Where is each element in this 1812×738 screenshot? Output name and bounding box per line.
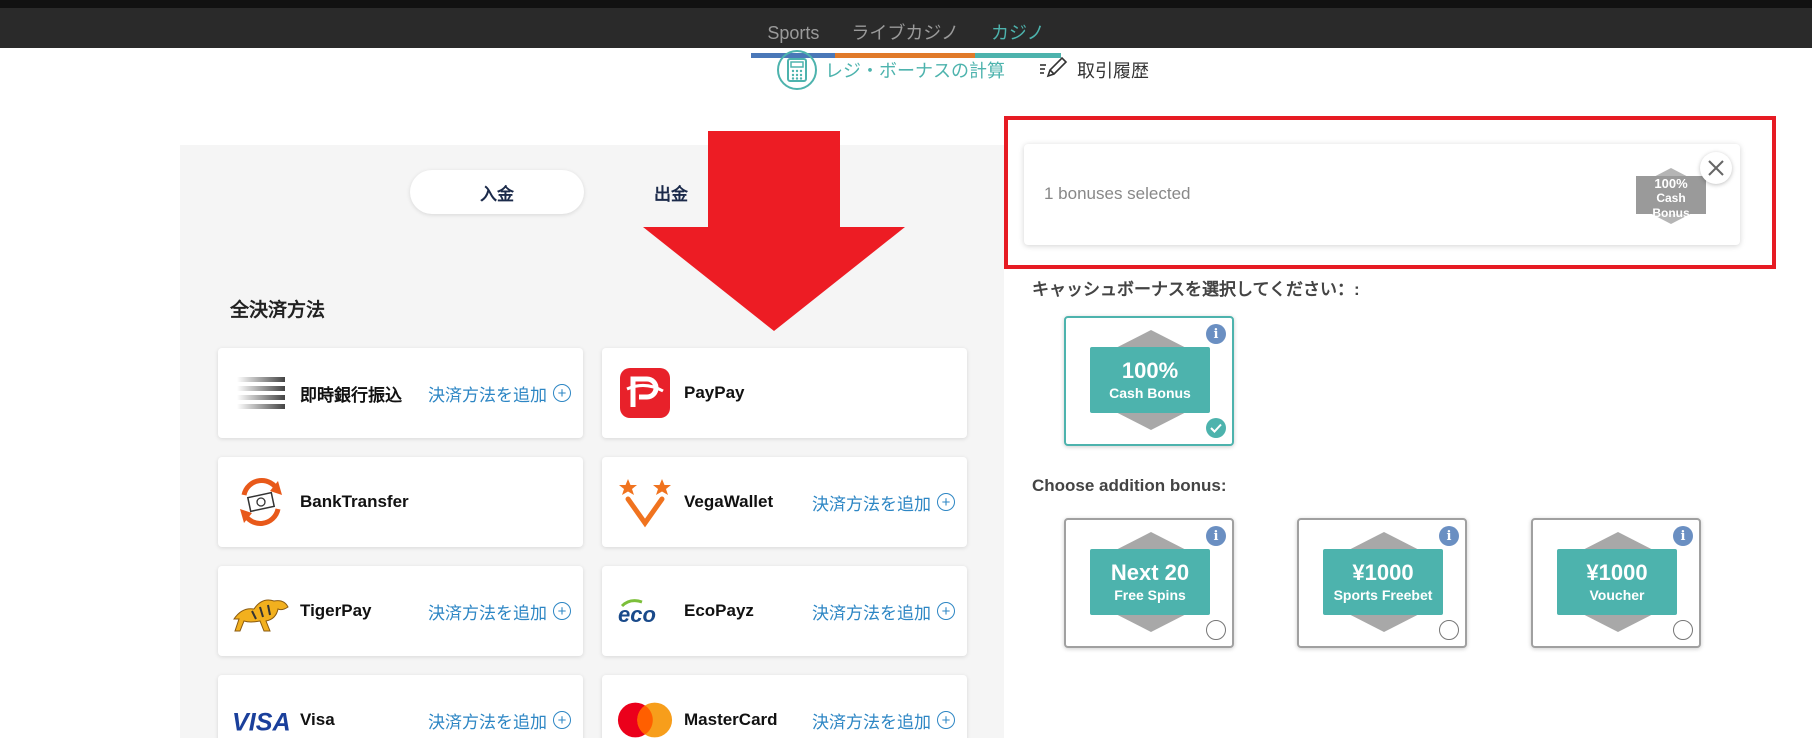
tigerpay-icon bbox=[232, 582, 290, 640]
badge-line-3: Bonus bbox=[1652, 206, 1690, 220]
plus-circle-icon: + bbox=[937, 711, 955, 729]
tab-deposit[interactable]: 入金 bbox=[410, 170, 584, 214]
add-method-button[interactable]: 決済方法を追加 + bbox=[812, 599, 955, 624]
add-method-label: 決済方法を追加 bbox=[428, 385, 547, 405]
add-method-button[interactable]: 決済方法を追加 + bbox=[428, 599, 571, 624]
payment-method-name: Visa bbox=[300, 710, 335, 729]
pencil-icon bbox=[1039, 56, 1069, 85]
transaction-history-label: 取引履歴 bbox=[1077, 61, 1149, 81]
close-icon bbox=[1708, 160, 1724, 176]
payment-card-tigerpay[interactable]: TigerPay 決済方法を追加 + bbox=[218, 566, 583, 656]
payment-method-name: VegaWallet bbox=[684, 492, 774, 511]
paypay-icon bbox=[616, 364, 674, 422]
selected-bonus-badge: 100% Cash Bonus bbox=[1636, 166, 1706, 226]
payment-method-name: MasterCard bbox=[684, 710, 778, 729]
radio-button[interactable] bbox=[1673, 620, 1693, 640]
payment-card-banktransfer[interactable]: BankTransfer bbox=[218, 457, 583, 547]
bonus-type: Sports Freebet bbox=[1333, 587, 1433, 603]
bonus-label: ¥1000 Sports Freebet bbox=[1323, 549, 1443, 615]
badge-line-2: Cash bbox=[1656, 191, 1686, 205]
add-method-label: 決済方法を追加 bbox=[812, 712, 931, 732]
plus-circle-icon: + bbox=[937, 493, 955, 511]
plus-circle-icon: + bbox=[553, 602, 571, 620]
bonus-type: Voucher bbox=[1589, 587, 1645, 603]
calculator-icon bbox=[777, 50, 817, 90]
tab-label: Sports bbox=[767, 23, 820, 43]
add-method-button[interactable]: 決済方法を追加 + bbox=[428, 708, 571, 733]
add-method-button[interactable]: 決済方法を追加 + bbox=[428, 381, 571, 406]
bonus-type: Cash Bonus bbox=[1109, 385, 1191, 401]
bonus-label: 100% Cash Bonus bbox=[1090, 347, 1210, 413]
add-method-button[interactable]: 決済方法を追加 + bbox=[812, 708, 955, 733]
radio-button[interactable] bbox=[1206, 620, 1226, 640]
checkmark-icon bbox=[1206, 418, 1226, 438]
tab-label: カジノ bbox=[991, 23, 1045, 43]
payment-card-vegawallet[interactable]: VegaWallet 決済方法を追加 + bbox=[602, 457, 967, 547]
bonus-calculator-label: レジ・ボーナスの計算 bbox=[825, 61, 1005, 81]
add-method-label: 決済方法を追加 bbox=[812, 494, 931, 514]
bonus-card-free-spins[interactable]: Next 20 Free Spins i bbox=[1064, 518, 1234, 648]
payment-card-paypay[interactable]: PayPay bbox=[602, 348, 967, 438]
red-arrow-down-icon bbox=[643, 131, 905, 331]
payment-method-name: EcoPayz bbox=[684, 601, 754, 620]
selected-count-text: 1 bonuses selected bbox=[1044, 184, 1191, 203]
bonus-amount: 100% bbox=[1121, 358, 1179, 383]
payment-card-instant-bank[interactable]: 即時銀行振込 決済方法を追加 + bbox=[218, 348, 583, 438]
top-nav-bar: Sports ライブカジノ カジノ bbox=[0, 0, 1812, 58]
badge-line-1: 100% bbox=[1654, 176, 1688, 191]
svg-text:VISA: VISA bbox=[232, 709, 290, 735]
bank-transfer-icon bbox=[232, 473, 290, 531]
svg-text:eco: eco bbox=[618, 602, 656, 626]
visa-icon: VISA bbox=[232, 691, 290, 738]
payment-method-name: PayPay bbox=[684, 383, 745, 402]
payment-method-name: 即時銀行振込 bbox=[300, 385, 402, 405]
transaction-history-link[interactable]: 取引履歴 bbox=[1039, 56, 1149, 85]
add-method-label: 決済方法を追加 bbox=[428, 603, 547, 623]
cash-bonus-title: キャッシュボーナスを選択してください：: bbox=[1032, 280, 1360, 299]
bonus-card-cash[interactable]: 100% Cash Bonus i bbox=[1064, 316, 1234, 446]
vegawallet-icon bbox=[616, 473, 674, 531]
payment-card-visa[interactable]: VISA Visa 決済方法を追加 + bbox=[218, 675, 583, 738]
add-method-button[interactable]: 決済方法を追加 + bbox=[812, 490, 955, 515]
payment-card-ecopayz[interactable]: eco EcoPayz 決済方法を追加 + bbox=[602, 566, 967, 656]
payment-method-name: TigerPay bbox=[300, 601, 372, 620]
plus-circle-icon: + bbox=[553, 384, 571, 402]
bank-lines-icon bbox=[232, 364, 290, 422]
add-method-label: 決済方法を追加 bbox=[812, 603, 931, 623]
bonus-label: ¥1000 Voucher bbox=[1557, 549, 1677, 615]
ecopayz-icon: eco bbox=[616, 582, 674, 640]
bonus-amount: ¥1000 bbox=[1586, 560, 1648, 585]
plus-circle-icon: + bbox=[553, 711, 571, 729]
cashier-subnav: レジ・ボーナスの計算 取引履歴 bbox=[777, 50, 1149, 90]
plus-circle-icon: + bbox=[937, 602, 955, 620]
bonus-label: Next 20 Free Spins bbox=[1090, 549, 1210, 615]
bonus-type: Free Spins bbox=[1114, 587, 1186, 603]
selected-bonus-summary: 1 bonuses selected 100% Cash Bonus bbox=[1024, 144, 1740, 245]
payment-method-name: BankTransfer bbox=[300, 492, 409, 511]
add-method-label: 決済方法を追加 bbox=[428, 712, 547, 732]
bonus-amount: Next 20 bbox=[1110, 560, 1190, 585]
bonus-amount: ¥1000 bbox=[1352, 560, 1414, 585]
bonus-card-sports-freebet[interactable]: ¥1000 Sports Freebet i bbox=[1297, 518, 1467, 648]
close-button[interactable] bbox=[1700, 152, 1732, 184]
tab-label: ライブカジノ bbox=[851, 23, 960, 43]
info-icon[interactable]: i bbox=[1206, 526, 1226, 546]
info-icon[interactable]: i bbox=[1673, 526, 1693, 546]
payment-card-mastercard[interactable]: MasterCard 決済方法を追加 + bbox=[602, 675, 967, 738]
info-icon[interactable]: i bbox=[1439, 526, 1459, 546]
bonus-card-voucher[interactable]: ¥1000 Voucher i bbox=[1531, 518, 1701, 648]
section-title: 全決済方法 bbox=[230, 300, 326, 321]
addition-bonus-title: Choose addition bonus: bbox=[1032, 476, 1227, 495]
payment-methods-grid: 即時銀行振込 決済方法を追加 + PayPay BankTransfer Veg… bbox=[218, 348, 967, 738]
mastercard-icon bbox=[616, 691, 674, 738]
radio-button[interactable] bbox=[1439, 620, 1459, 640]
info-icon[interactable]: i bbox=[1206, 324, 1226, 344]
bonus-calculator-link[interactable]: レジ・ボーナスの計算 bbox=[777, 50, 1005, 90]
cashier-page: Sports ライブカジノ カジノ レジ・ボーナスの計算 取引履歴 入金 出金 … bbox=[0, 0, 1812, 738]
